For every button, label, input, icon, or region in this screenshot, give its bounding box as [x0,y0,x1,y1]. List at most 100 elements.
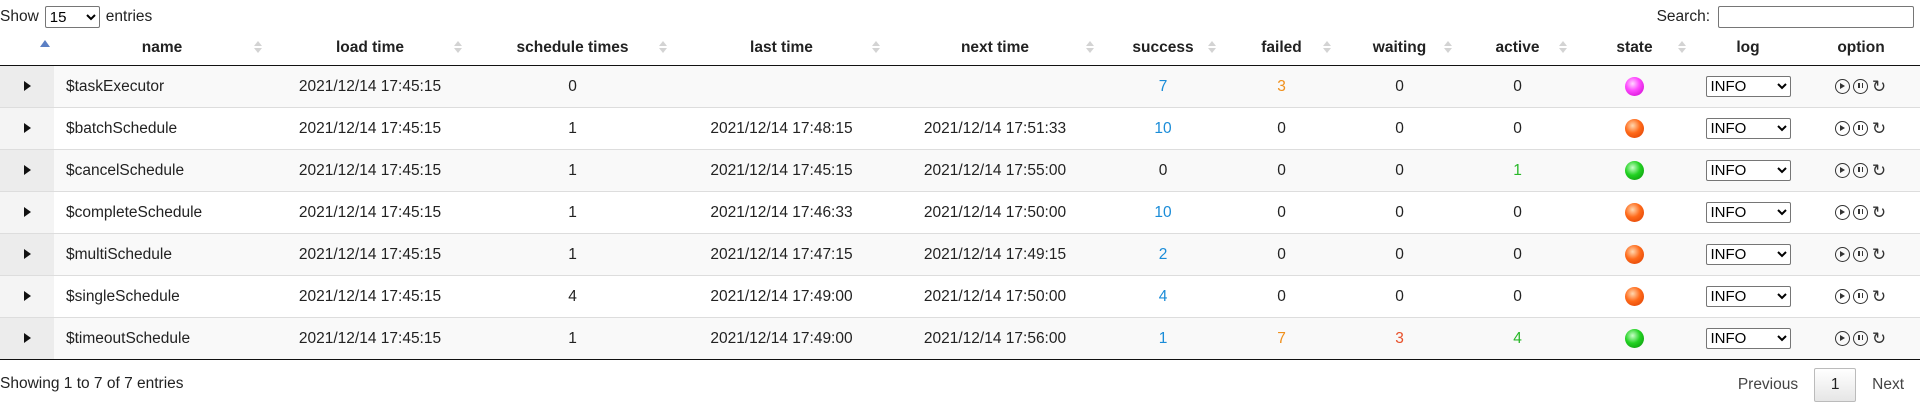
cell-failed: 0 [1224,275,1339,318]
cell-active: 0 [1460,65,1575,108]
row-expand-button[interactable] [0,233,54,276]
play-circle-icon[interactable] [1835,330,1850,346]
reload-icon[interactable]: ↻ [1871,288,1887,305]
cell-schedule-times: 1 [470,317,675,360]
next-page-button[interactable]: Next [1856,376,1920,394]
page-button-current[interactable]: 1 [1814,368,1857,402]
previous-page-button[interactable]: Previous [1722,376,1814,394]
cell-waiting: 0 [1339,149,1460,192]
expand-triangle-icon [23,248,31,259]
pause-circle-icon[interactable] [1853,330,1868,346]
cell-last-time: 2021/12/14 17:49:00 [675,317,888,360]
header-load-time[interactable]: load time [270,31,470,66]
header-active[interactable]: active [1460,31,1575,66]
play-circle-icon[interactable] [1835,162,1850,178]
cell-next-time: 2021/12/14 17:56:00 [888,317,1102,360]
expand-triangle-icon [23,80,31,91]
sort-icon [1678,41,1686,53]
reload-icon[interactable]: ↻ [1871,204,1887,221]
cell-schedule-times: 0 [470,65,675,108]
sort-icon [254,41,262,53]
header-schedule-times[interactable]: schedule times [470,31,675,66]
header-success[interactable]: success [1102,31,1224,66]
row-expand-button[interactable] [0,65,54,108]
load-time-value: 2021/12/14 17:45:15 [298,77,442,95]
sort-icon [1559,41,1567,53]
table-info: Showing 1 to 7 of 7 entries [0,375,184,392]
pause-circle-icon[interactable] [1853,204,1868,220]
pause-circle-icon[interactable] [1853,246,1868,262]
schedule-times-value: 1 [568,245,577,263]
state-indicator-icon [1625,203,1644,222]
active-value: 0 [1513,245,1522,263]
cell-state [1575,107,1694,150]
header-expand[interactable] [0,31,54,66]
success-value: 10 [1154,119,1172,137]
cell-success: 10 [1102,107,1224,150]
play-circle-icon[interactable] [1835,204,1850,220]
play-circle-icon[interactable] [1835,246,1850,262]
header-failed[interactable]: failed [1224,31,1339,66]
cell-success: 4 [1102,275,1224,318]
cell-name: $taskExecutor [54,65,270,108]
row-expand-button[interactable] [0,107,54,150]
header-option[interactable]: option [1802,31,1920,66]
load-time-value: 2021/12/14 17:45:15 [298,119,442,137]
reload-icon[interactable]: ↻ [1871,246,1887,263]
header-label: option [1837,39,1885,56]
cell-log: INFO [1694,107,1802,150]
reload-icon[interactable]: ↻ [1871,120,1887,137]
cell-success: 0 [1102,149,1224,192]
next-time-value: 2021/12/14 17:51:33 [923,119,1067,137]
log-level-select[interactable]: INFO [1705,160,1791,181]
row-expand-button[interactable] [0,317,54,360]
cell-load-time: 2021/12/14 17:45:15 [270,149,470,192]
schedule-times-value: 0 [568,77,577,95]
search-input[interactable] [1718,6,1914,28]
pause-circle-icon[interactable] [1853,162,1868,178]
header-log[interactable]: log [1694,31,1802,66]
header-name[interactable]: name [54,31,270,66]
active-value: 0 [1513,77,1522,95]
reload-icon[interactable]: ↻ [1871,162,1887,179]
log-level-select[interactable]: INFO [1705,202,1791,223]
log-level-select[interactable]: INFO [1705,286,1791,307]
success-value: 0 [1158,161,1168,179]
pause-circle-icon[interactable] [1853,120,1868,136]
cell-active: 0 [1460,233,1575,276]
play-circle-icon[interactable] [1835,288,1850,304]
row-expand-button[interactable] [0,275,54,318]
last-time-value: 2021/12/14 17:46:33 [710,203,853,221]
cell-log: INFO [1694,191,1802,234]
reload-icon[interactable]: ↻ [1871,78,1887,95]
pause-circle-icon[interactable] [1853,288,1868,304]
cell-name: $cancelSchedule [54,149,270,192]
cell-success: 1 [1102,317,1224,360]
page-length-select[interactable]: 15 [44,6,100,28]
table-toolbar: Show 15 entries Search: [0,6,1920,30]
reload-icon[interactable]: ↻ [1871,330,1887,347]
log-level-select[interactable]: INFO [1705,76,1791,97]
play-circle-icon[interactable] [1835,120,1850,136]
expand-triangle-icon [23,332,31,343]
header-label: failed [1261,39,1302,56]
log-level-select[interactable]: INFO [1705,118,1791,139]
table-body: $taskExecutor 2021/12/14 17:45:15 0 7 3 0 0 INF… [0,65,1920,360]
state-indicator-icon [1625,161,1644,180]
header-next-time[interactable]: next time [888,31,1102,66]
header-last-time[interactable]: last time [675,31,888,66]
header-state[interactable]: state [1575,31,1694,66]
cell-name: $timeoutSchedule [54,317,270,360]
play-circle-icon[interactable] [1835,78,1850,94]
schedule-times-value: 1 [568,161,577,179]
cell-load-time: 2021/12/14 17:45:15 [270,191,470,234]
header-label: name [141,39,183,56]
log-level-select[interactable]: INFO [1705,328,1791,349]
pagination: Previous 1 Next [1722,368,1920,402]
name-value: $cancelSchedule [66,161,185,179]
header-waiting[interactable]: waiting [1339,31,1460,66]
row-expand-button[interactable] [0,191,54,234]
log-level-select[interactable]: INFO [1705,244,1791,265]
pause-circle-icon[interactable] [1853,78,1868,94]
row-expand-button[interactable] [0,149,54,192]
